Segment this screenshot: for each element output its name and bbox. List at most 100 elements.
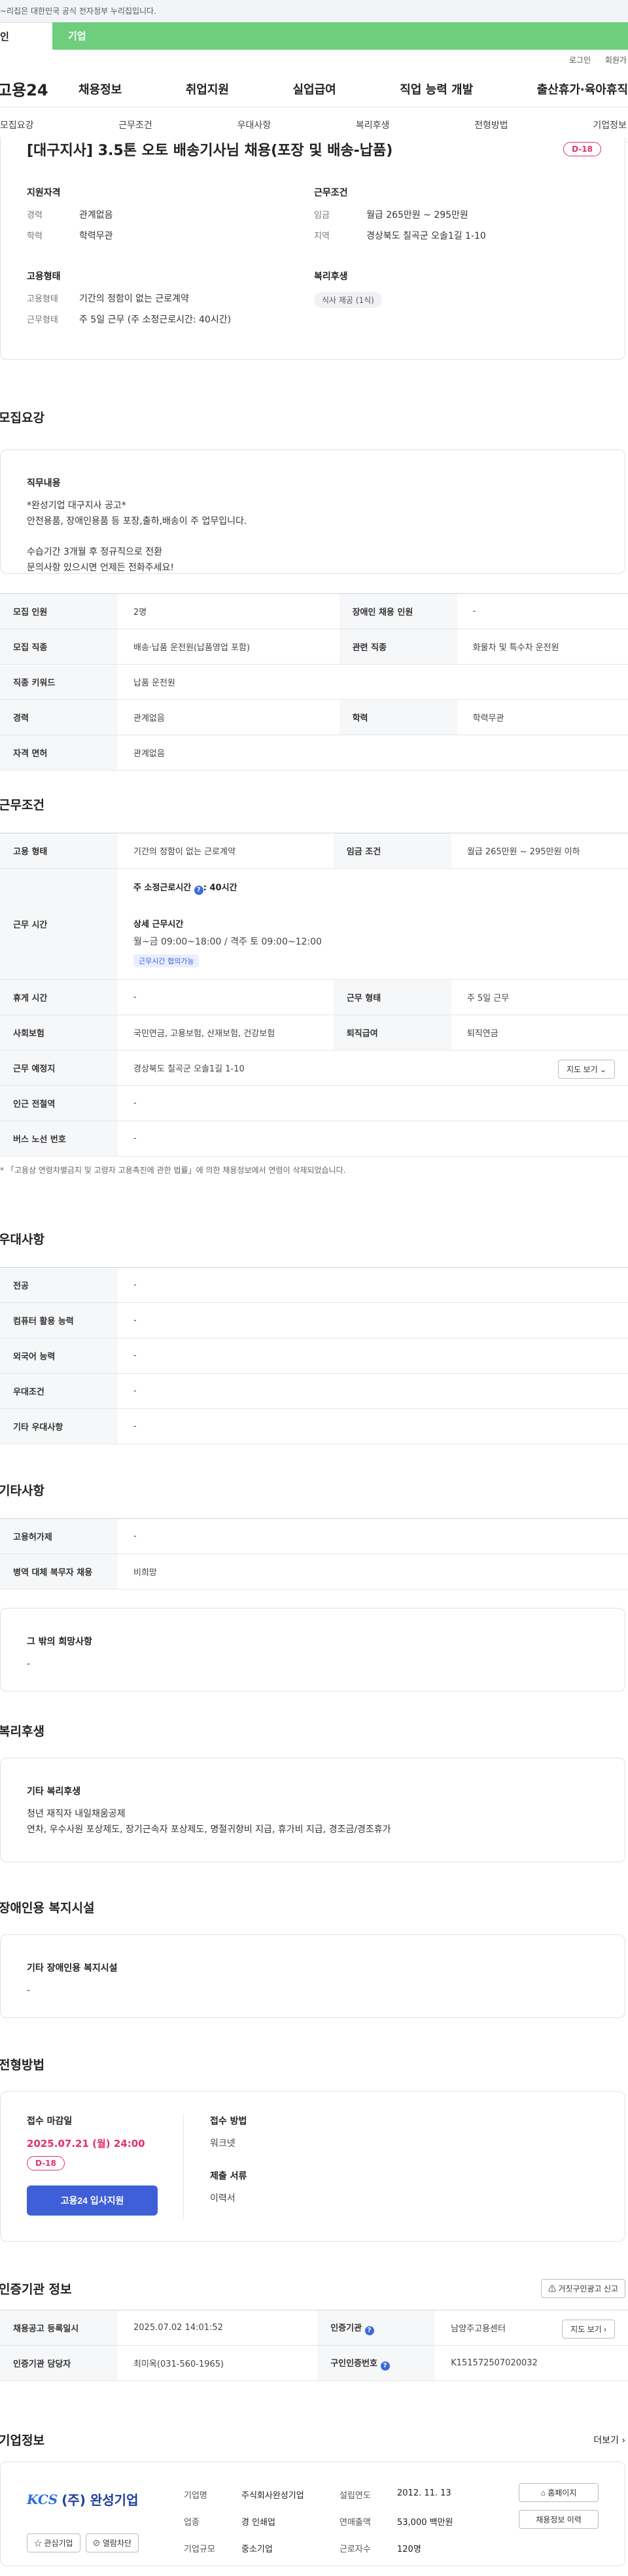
report-ad-label: 거짓구인광고 신고 xyxy=(558,2284,618,2293)
block-company-button[interactable]: ⊘ 열람차단 xyxy=(85,2533,139,2552)
cert-number-label: 구인인증번호 xyxy=(330,2358,377,2369)
summary-value: 주 5일 근무 (주 소정근로시간: 40시간) xyxy=(79,315,232,325)
duty-card: 직무내용 *완성기업 대구지사 공고* 안전용품, 장애인용품 등 포장,출하,… xyxy=(0,449,625,574)
map-view-button[interactable]: 지도 보기 ⌄ xyxy=(558,1060,615,1079)
weekly-hours-value: : 40시간 xyxy=(203,883,237,893)
table-row: 모집 직종 배송·납품 운전원(납품영업 포함) 관련 직종 화물차 및 특수차 운전… xyxy=(0,629,628,665)
gnb-item-employment-support[interactable]: 취업지원 xyxy=(186,80,229,97)
row-label: 근무 예정지 xyxy=(0,1050,118,1086)
row-value: 기간의 정함이 없는 근로계약 xyxy=(118,833,334,869)
tab-business[interactable]: 기업 xyxy=(52,22,628,50)
anchor-work[interactable]: 근무조건 xyxy=(118,118,152,131)
row-value: 2025.07.02 14:01:52 xyxy=(118,2310,318,2346)
anchor-recruit[interactable]: 모집요강 xyxy=(0,118,34,131)
report-ad-button[interactable]: ⚠ 거짓구인광고 신고 xyxy=(540,2279,625,2298)
anchor-selection[interactable]: 전형방법 xyxy=(474,118,508,131)
place-value: 경상북도 칠곡군 오솔1길 1-10 xyxy=(133,1064,245,1074)
selection-title: 전형방법 xyxy=(0,2058,44,2072)
help-icon[interactable]: ? xyxy=(194,886,203,895)
row-value: - xyxy=(118,979,334,1015)
table-row: 컴퓨터 활용 능력 - xyxy=(0,1302,628,1338)
work-title: 근무조건 xyxy=(0,798,44,812)
summary-label: 고용형태 xyxy=(27,294,58,304)
company-section: 기업정보 더보기 › KCS (주) 완성기업 ☆ 관심기업 ⊘ 열람차단 기업명… xyxy=(0,2431,628,2566)
table-row: 자격 면허 관계없음 xyxy=(0,735,628,771)
disability-heading: 기타 장애인용 복지시설 xyxy=(27,1963,118,1974)
row-label: 퇴직급여 xyxy=(333,1015,451,1051)
company-more-link[interactable]: 더보기 › xyxy=(593,2433,625,2446)
work-hours-cell: 주 소정근로시간 ?: 40시간 상세 근무시간 월~금 09:00~18:00… xyxy=(118,868,628,980)
preference-table: 전공 - 컴퓨터 활용 능력 - 외국어 능력 - 우대조건 - 기타 우대사항 - xyxy=(0,1267,628,1444)
anchor-welfare[interactable]: 복리후생 xyxy=(356,118,390,131)
summary-value: 관계없음 xyxy=(79,210,113,220)
table-row: 고용허가제 - xyxy=(0,1518,628,1554)
preference-section: 우대사항 전공 - 컴퓨터 활용 능력 - 외국어 능력 - 우대조건 - 기타 우대사… xyxy=(0,1230,628,1444)
gnb-item-vocational-training[interactable]: 직업 능력 개발 xyxy=(400,80,473,97)
row-value: 국민연금, 고용보험, 산재보험, 건강보험 xyxy=(118,1015,334,1051)
duty-text: *완성기업 대구지사 공고* 안전용품, 장애인용품 등 포장,출하,배송이 주… xyxy=(27,500,247,574)
homepage-button[interactable]: ⌂ 홈페이지 xyxy=(519,2483,599,2502)
anchor-company[interactable]: 기업정보 xyxy=(593,118,627,131)
row-label: 모집 직종 xyxy=(0,629,118,665)
row-label: 사회보험 xyxy=(0,1015,118,1051)
place-cell: 경상북도 칠곡군 오솔1길 1-10 지도 보기 ⌄ xyxy=(118,1050,628,1086)
row-label: 기타 우대사항 xyxy=(0,1408,118,1444)
cert-table: 채용공고 등록일시 2025.07.02 14:01:52 인증기관 ? 남양주고용센… xyxy=(0,2310,628,2381)
cert-section: 인증기관 정보 ⚠ 거짓구인광고 신고 채용공고 등록일시 2025.07.02 … xyxy=(0,2279,628,2381)
apply-button[interactable]: 고용24 입사지원 xyxy=(27,2185,158,2216)
anchor-preference[interactable]: 우대사항 xyxy=(237,118,271,131)
gnb-item-unemployment-benefit[interactable]: 실업급여 xyxy=(293,80,336,97)
table-row: 직종 키워드 납품 운전원 xyxy=(0,664,628,700)
disability-value: - xyxy=(27,1985,31,1996)
table-row: 버스 노선 번호 - xyxy=(0,1121,628,1157)
row-label: 고용허가제 xyxy=(0,1518,118,1554)
company-actions: ⌂ 홈페이지 채용정보 이력 xyxy=(519,2478,599,2529)
summary-welfare: 복리후생 식사 제공 (1식) xyxy=(314,270,601,334)
login-link[interactable]: 로그인 xyxy=(569,56,591,65)
tab-personal[interactable]: 인 xyxy=(0,22,52,50)
help-icon[interactable]: ? xyxy=(364,2325,374,2335)
gnb-menu: 채용정보 취업지원 실업급여 직업 능력 개발 출산휴가·육아휴직 xyxy=(63,80,628,97)
global-nav: 고용24 채용정보 취업지원 실업급여 직업 능력 개발 출산휴가·육아휴직 xyxy=(0,71,628,107)
info-value: 120명 xyxy=(397,2545,421,2554)
row-label: 인증기관 담당자 xyxy=(0,2345,118,2381)
agency-map-button[interactable]: 지도 보기 › xyxy=(562,2320,615,2339)
company-more-label: 더보기 xyxy=(593,2435,619,2446)
detail-hours-label: 상세 근무시간 xyxy=(133,920,184,930)
join-link[interactable]: 회원가 xyxy=(605,56,627,65)
audience-tabs: 인 기업 xyxy=(0,22,628,50)
site-logo[interactable]: 고용24 xyxy=(0,77,63,100)
summary-label: 근무형태 xyxy=(27,315,58,325)
summary-label: 학력 xyxy=(27,232,43,241)
gnb-item-jobs[interactable]: 채용정보 xyxy=(78,80,122,97)
gnb-item-parental-leave[interactable]: 출산휴가·육아휴직 xyxy=(537,80,628,97)
row-value: 주 5일 근무 xyxy=(451,979,628,1015)
utility-links: 로그인 회원가 xyxy=(0,50,628,71)
info-label: 설립연도 xyxy=(340,2491,371,2501)
block-icon: ⊘ xyxy=(92,2539,101,2548)
table-row: 기타 우대사항 - xyxy=(0,1408,628,1444)
table-row: 모집 인원 2명 장애인 채용 인원 - xyxy=(0,593,628,629)
row-label: 모집 인원 xyxy=(0,593,118,629)
table-row: 경력 관계없음 학력 학력무관 xyxy=(0,699,628,735)
work-table: 고용 형태 기간의 정함이 없는 근로계약 임금 조건 월급 265만원 ~ 295만… xyxy=(0,833,628,1157)
job-title: [대구지사] 3.5톤 오토 배송기사님 채용(포장 및 배송-납품) xyxy=(27,143,393,159)
row-label: 채용공고 등록일시 xyxy=(0,2310,118,2346)
deadline-heading: 접수 마감일 xyxy=(27,2116,73,2127)
company-title: 기업정보 xyxy=(0,2433,44,2448)
summary-welfare-heading: 복리후생 xyxy=(314,271,348,282)
row-label: 외국어 능력 xyxy=(0,1338,118,1374)
favorite-company-button[interactable]: ☆ 관심기업 xyxy=(27,2533,80,2552)
table-row: 인근 전철역 - xyxy=(0,1085,628,1121)
help-icon[interactable]: ? xyxy=(380,2361,390,2371)
table-row: 휴게 시간 - 근무 형태 주 5일 근무 xyxy=(0,979,628,1015)
summary-label: 경력 xyxy=(27,211,43,220)
row-value: 관계없음 xyxy=(118,699,340,735)
row-value: 화물차 및 특수차 운전원 xyxy=(457,629,628,665)
table-row: 근무 예정지 경상북도 칠곡군 오솔1길 1-10 지도 보기 ⌄ xyxy=(0,1050,628,1086)
row-label: 직종 키워드 xyxy=(0,664,118,700)
history-button[interactable]: 채용정보 이력 xyxy=(519,2510,599,2529)
row-label: 장애인 채용 인원 xyxy=(339,593,457,629)
docs-heading: 제출 서류 xyxy=(210,2171,247,2182)
deadline-block: 접수 마감일 2025.07.21 (월) 24:00 D-18 고용24 입사… xyxy=(27,2114,184,2219)
